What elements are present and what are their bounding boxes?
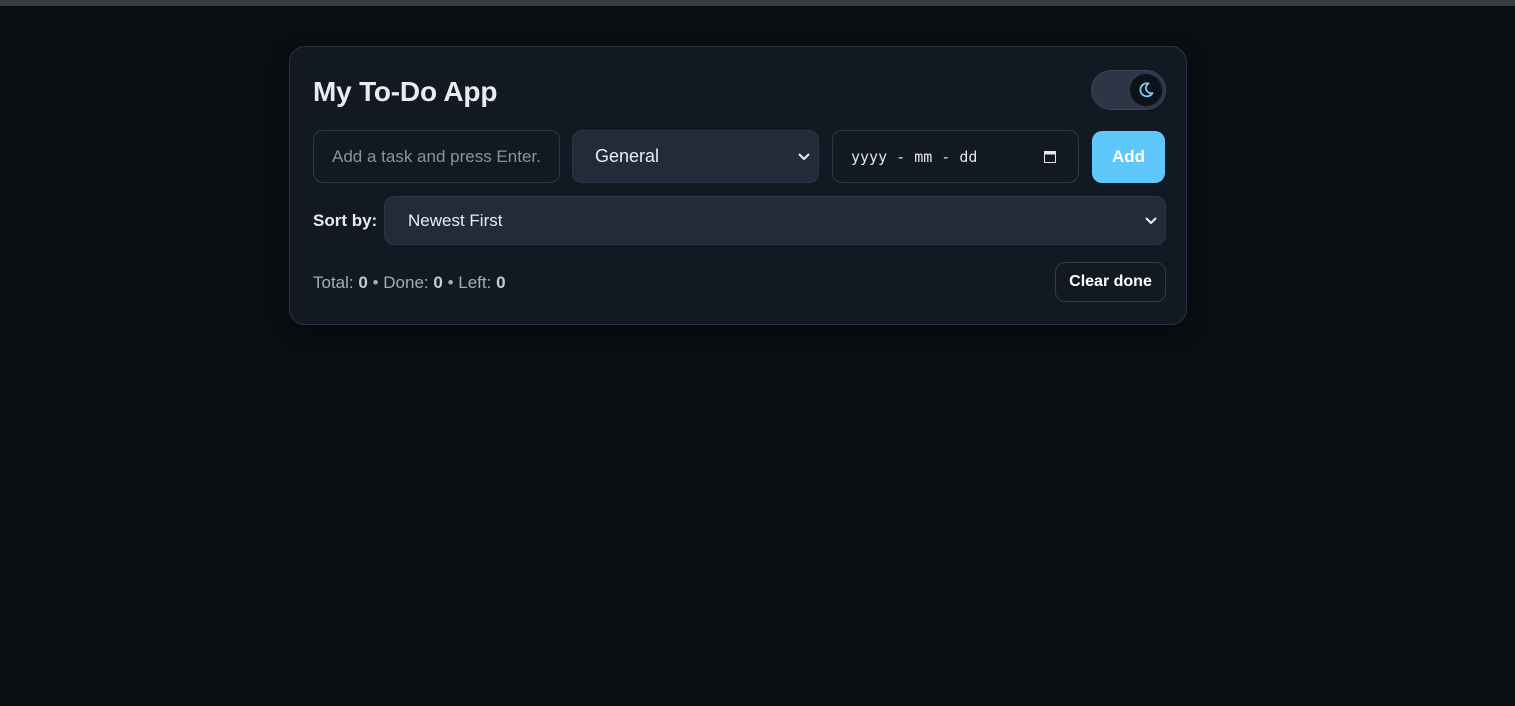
due-date-input[interactable]: yyyy - mm - dd (832, 130, 1079, 183)
sort-label: Sort by: (313, 211, 378, 230)
moon-icon (1139, 82, 1154, 98)
toggle-knob (1130, 74, 1162, 106)
left-count: 0 (496, 273, 506, 292)
clear-done-button[interactable]: Clear done (1055, 262, 1166, 302)
app-title: My To-Do App (313, 76, 498, 107)
sort-select[interactable]: Newest First (384, 196, 1166, 245)
task-input[interactable] (313, 130, 560, 183)
add-task-button[interactable]: Add (1092, 131, 1165, 183)
separator: • (447, 273, 454, 292)
calendar-icon[interactable] (1044, 150, 1056, 163)
total-count: 0 (358, 273, 368, 292)
browser-top-bar (0, 0, 1515, 6)
sort-selected-value: Newest First (408, 210, 503, 230)
todo-card: My To-Do App General yyyy - mm - dd Add … (289, 46, 1187, 325)
date-placeholder: yyyy - mm - dd (851, 147, 978, 166)
separator: • (372, 273, 379, 292)
done-count: 0 (433, 273, 443, 292)
task-stats: Total: 0 • Done: 0 • Left: 0 (313, 273, 506, 293)
chevron-down-icon (798, 153, 810, 160)
theme-toggle[interactable] (1091, 70, 1166, 110)
category-select[interactable]: General (572, 130, 819, 183)
left-label: Left: (458, 273, 492, 292)
done-label: Done: (383, 273, 429, 292)
total-label: Total: (313, 273, 354, 292)
category-selected-value: General (595, 146, 660, 166)
chevron-down-icon (1145, 217, 1157, 224)
